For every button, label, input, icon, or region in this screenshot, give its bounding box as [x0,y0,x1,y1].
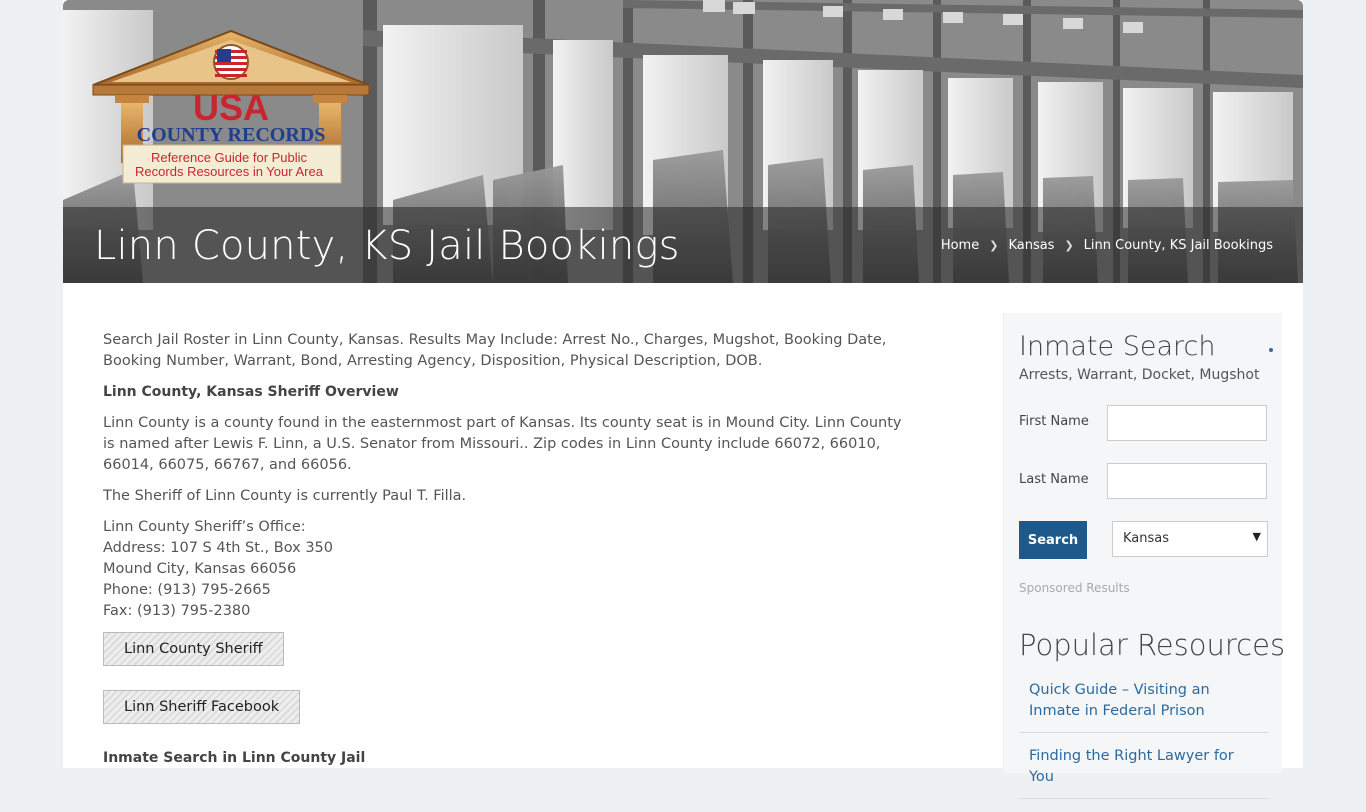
overview-heading: Linn County, Kansas Sheriff Overview [103,384,399,400]
breadcrumb-kansas[interactable]: Kansas [1008,238,1054,253]
intro-paragraph: Search Jail Roster in Linn County, Kansa… [103,332,887,369]
logo-tagline-2: Records Resources in Your Area [135,164,324,179]
logo-tagline-1: Reference Guide for Public [151,150,308,165]
popular-resources-title: Popular Resources [1019,628,1286,662]
usa-county-records-logo[interactable]: USA COUNTY RECORDS Reference Guide for P… [91,28,371,188]
first-name-input[interactable] [1107,405,1267,441]
chevron-right-icon: ❯ [1064,238,1074,252]
state-select-value: Kansas [1123,531,1170,546]
office-street: Address: 107 S 4th St., Box 350 [103,540,334,556]
breadcrumb-current[interactable]: Linn County, KS Jail Bookings [1084,238,1273,253]
sheriff-paragraph: The Sheriff of Linn County is currently … [103,488,467,504]
overview-paragraph: Linn County is a county found in the eas… [103,415,902,473]
main-content: Search Jail Roster in Linn County, Kansa… [103,330,913,779]
linn-county-sheriff-button[interactable]: Linn County Sheriff [103,632,284,666]
last-name-label: Last Name [1019,472,1089,487]
breadcrumb-home[interactable]: Home [941,238,979,253]
page-title: Linn County, KS Jail Bookings [94,223,680,269]
resource-link-finding-lawyer[interactable]: Finding the Right Lawyer for You [1019,746,1269,799]
inmate-search-subtitle: Arrests, Warrant, Docket, Mugshot [1019,367,1260,383]
office-name: Linn County Sheriff’s Office: [103,519,306,535]
office-phone: Phone: (913) 795-2665 [103,582,271,598]
last-name-input[interactable] [1107,463,1267,499]
office-fax: Fax: (913) 795-2380 [103,603,251,619]
sidebar: Inmate Search Arrests, Warrant, Docket, … [1003,313,1286,799]
triangle-down-icon: ▼ [1252,530,1261,543]
logo-county-records-text: COUNTY RECORDS [137,124,326,146]
logo-usa-text: USA [193,87,269,128]
page-container: USA COUNTY RECORDS Reference Guide for P… [63,0,1303,799]
inmate-search-heading: Inmate Search in Linn County Jail [103,750,366,766]
search-button[interactable]: Search [1019,521,1087,559]
sponsored-results-label: Sponsored Results [1019,581,1130,595]
breadcrumb: Home ❯ Kansas ❯ Linn County, KS Jail Boo… [941,235,1273,255]
resource-link-visiting-inmate[interactable]: Quick Guide – Visiting an Inmate in Fede… [1019,680,1269,733]
sheriff-office-address: Linn County Sheriff’s Office: Address: 1… [103,517,913,622]
state-select[interactable]: Kansas ▼ [1112,521,1268,557]
first-name-label: First Name [1019,414,1089,429]
hero-banner: USA COUNTY RECORDS Reference Guide for P… [63,0,1303,283]
chevron-right-icon: ❯ [989,238,999,252]
inmate-search-title: Inmate Search [1019,331,1216,362]
office-city: Mound City, Kansas 66056 [103,561,297,577]
dot-icon [1269,348,1273,352]
popular-resources-list: Quick Guide – Visiting an Inmate in Fede… [1019,680,1269,812]
linn-sheriff-facebook-button[interactable]: Linn Sheriff Facebook [103,690,301,724]
